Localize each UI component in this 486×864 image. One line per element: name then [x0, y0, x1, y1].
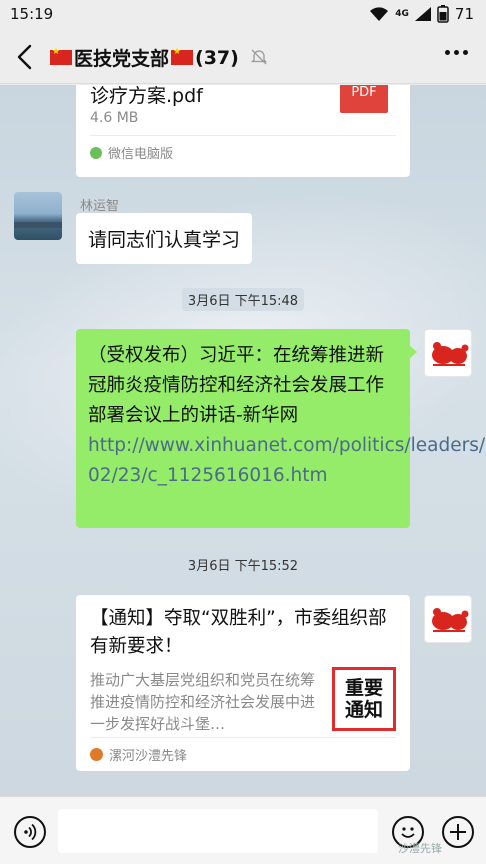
china-flag-icon [50, 47, 72, 65]
group-name: 医技党支部 [74, 48, 170, 70]
network-type: 4G [395, 8, 409, 19]
avatar[interactable] [424, 595, 472, 643]
battery-icon [437, 5, 449, 23]
divider [90, 135, 396, 136]
file-source-label: 微信电脑版 [108, 147, 174, 162]
signal-icon [414, 7, 431, 21]
file-size: 4.6 MB [90, 110, 139, 126]
status-bar: 15:19 4G 71 [0, 0, 486, 30]
article-title: 【通知】夺取“双胜利”，市委组织部有新要求！ [90, 608, 387, 657]
divider [90, 737, 396, 738]
file-message[interactable]: 诊疗方案.pdf 4.6 MB PDF 微信电脑版 [76, 85, 410, 177]
status-time: 15:19 [10, 5, 54, 23]
chat-title: 医技党支部 (37) [50, 44, 239, 71]
text-message[interactable]: 请同志们认真学习 [76, 213, 253, 264]
china-flag-icon [171, 47, 194, 65]
article-description: 推动广大基层党组织和党员在统筹推进疫情防控和经济社会发展中进一步发挥好战斗堡… [90, 671, 316, 733]
article-message[interactable]: 【通知】夺取“双胜利”，市委组织部有新要求！ 推动广大基层党组织和党员在统筹推进… [76, 595, 410, 771]
file-source: 微信电脑版 [90, 143, 173, 162]
red-mascot-icon [432, 608, 469, 632]
voice-icon [24, 823, 37, 841]
link-message-text: （受权发布）习近平：在统筹推进新冠肺炎疫情防控和经济社会发展工作部署会议上的讲话… [88, 345, 385, 426]
file-name: 诊疗方案.pdf [90, 85, 203, 107]
message-link[interactable]: http://www.xinhuanet.com/politics/leader… [88, 435, 486, 486]
article-thumbnail: 重要 通知 [332, 667, 396, 731]
status-icons: 4G 71 [369, 5, 474, 23]
back-arrow-icon[interactable] [14, 44, 38, 70]
more-options-icon[interactable] [445, 50, 468, 55]
wifi-icon [370, 7, 389, 21]
wechat-pc-icon [90, 146, 102, 159]
member-count: (37) [195, 46, 239, 69]
bubble-tail [409, 345, 417, 359]
avatar[interactable] [14, 192, 62, 240]
red-mascot-icon [432, 342, 469, 366]
article-source-label: 漯河沙澧先锋 [109, 749, 188, 764]
thumbnail-text: 通知 [344, 699, 383, 721]
source-logo-icon [90, 748, 103, 761]
article-source: 漯河沙澧先锋 [90, 745, 187, 764]
battery-level: 71 [454, 5, 474, 23]
mute-bell-icon [250, 49, 268, 65]
chat-header: 医技党支部 (37) [0, 30, 486, 84]
link-message[interactable]: （受权发布）习近平：在统筹推进新冠肺炎疫情防控和经济社会发展工作部署会议上的讲话… [76, 329, 486, 528]
voice-input-button[interactable] [14, 816, 46, 848]
timestamp: 3月6日 下午15:48 [181, 288, 305, 311]
avatar[interactable] [424, 329, 472, 377]
sender-name: 林运智 [80, 199, 120, 214]
message-input[interactable] [58, 809, 378, 853]
plus-icon [450, 824, 466, 840]
pdf-icon: PDF [340, 85, 388, 113]
thumbnail-text: 重要 [344, 677, 383, 699]
more-functions-button[interactable] [442, 816, 474, 848]
timestamp: 3月6日 下午15:52 [181, 553, 305, 576]
watermark: 沙澧先锋 [398, 842, 442, 855]
chat-area[interactable]: 诊疗方案.pdf 4.6 MB PDF 微信电脑版 林运智 请同志们认真学习 3… [0, 85, 486, 796]
